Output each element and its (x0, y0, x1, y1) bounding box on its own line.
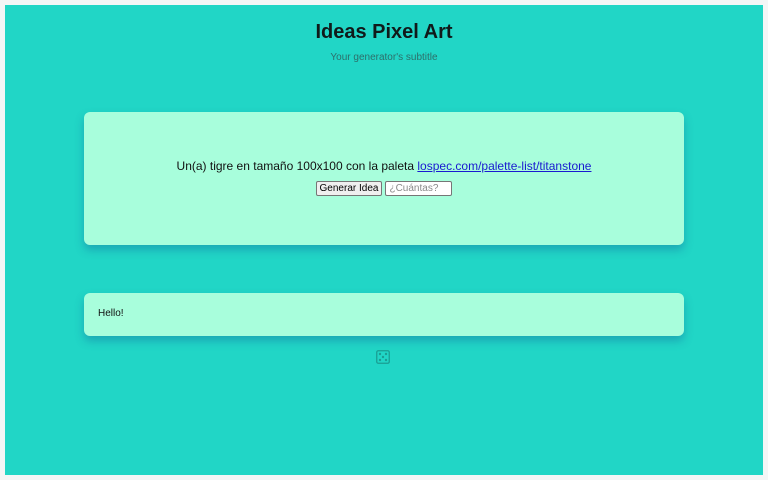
output-card: Hello! (84, 293, 684, 336)
generate-idea-button[interactable]: Generar Idea (315, 181, 383, 196)
idea-sentence: Un(a) tigre en tamaño 100x100 con la pal… (176, 159, 415, 173)
count-input[interactable] (385, 181, 453, 196)
idea-text: Un(a) tigre en tamaño 100x100 con la pal… (84, 159, 684, 173)
output-message: Hello! (98, 308, 124, 319)
palette-link[interactable]: lospec.com/palette-list/titanstone (417, 159, 591, 173)
page-subtitle: Your generator's subtitle (330, 52, 438, 63)
page-title: Ideas Pixel Art (315, 21, 453, 43)
page: Ideas Pixel Art Your generator's subtitl… (5, 5, 763, 475)
idea-card: Un(a) tigre en tamaño 100x100 con la pal… (84, 112, 684, 245)
idea-controls: Generar Idea (84, 181, 684, 196)
dice-icon[interactable] (376, 350, 390, 364)
